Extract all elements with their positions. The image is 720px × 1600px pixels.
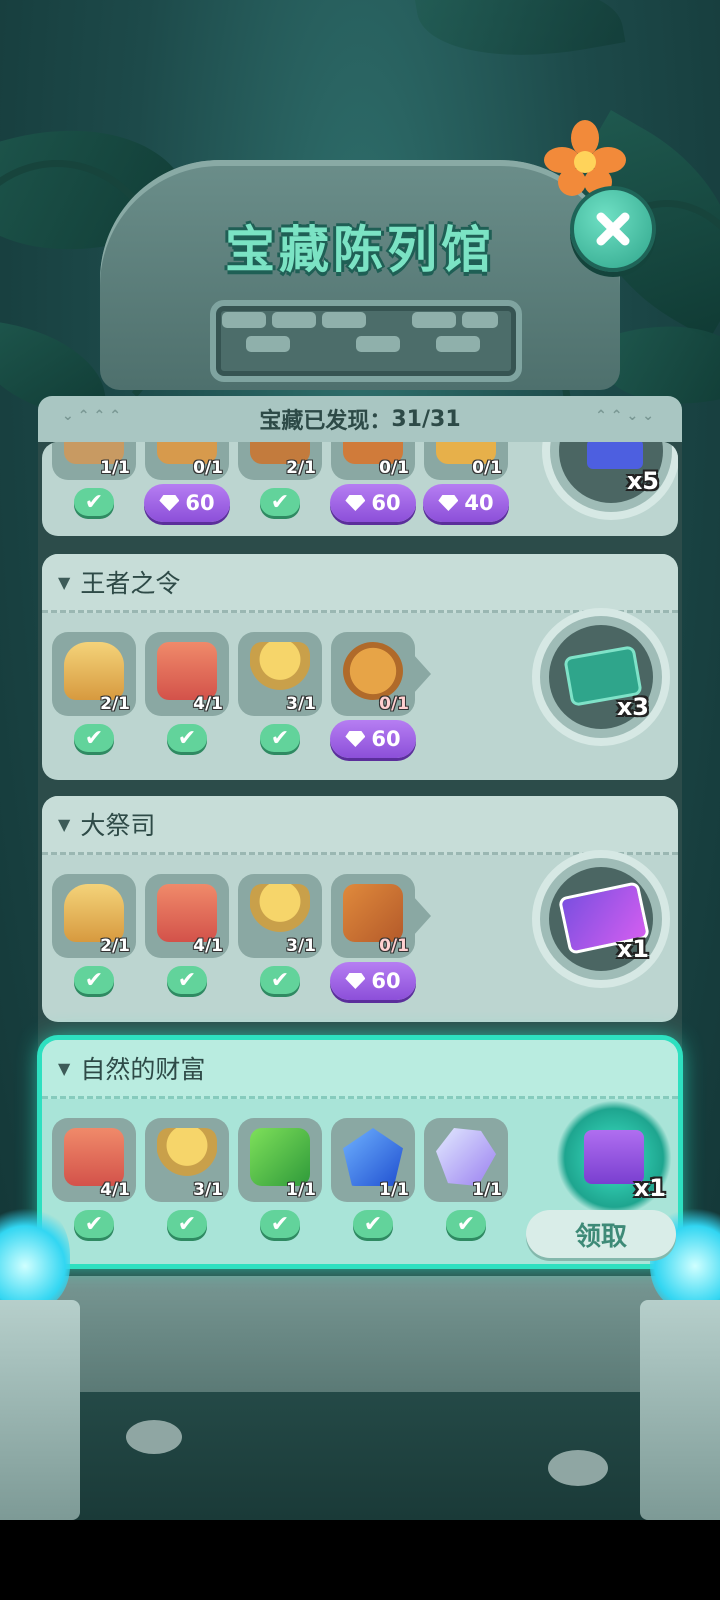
treasure-slot[interactable]: 1/1 ✔ xyxy=(52,442,136,516)
card-title: 大祭司 xyxy=(80,811,156,840)
torch-icon xyxy=(157,1128,217,1186)
torch-icon xyxy=(250,884,310,942)
buy-with-gems-button[interactable]: 60 xyxy=(330,720,416,758)
buy-with-gems-button[interactable]: 60 xyxy=(330,484,416,522)
crown-icon xyxy=(64,884,124,942)
check-icon: ✔ xyxy=(260,966,300,994)
discovered-value: 31/31 xyxy=(391,406,461,432)
treasure-slot[interactable]: 3/1 ✔ xyxy=(238,874,322,994)
rock-decoration xyxy=(548,1450,608,1486)
close-icon xyxy=(596,212,630,246)
check-icon: ✔ xyxy=(260,488,300,516)
check-icon: ✔ xyxy=(446,1210,486,1238)
treasure-slot[interactable]: 2/1 ✔ xyxy=(52,874,136,994)
check-icon: ✔ xyxy=(260,1210,300,1238)
banner-icon xyxy=(64,1128,124,1186)
reward-slot[interactable]: x3 xyxy=(532,608,670,746)
gem-icon xyxy=(345,973,366,989)
reward-slot[interactable]: x1 xyxy=(532,850,670,988)
page-title: 宝藏陈列馆 xyxy=(225,221,495,279)
crown-icon xyxy=(64,642,124,700)
treasure-slot[interactable]: 4/1 ✔ xyxy=(145,632,229,752)
discovered-counter: ⌄⌃⌃⌃ 宝藏已发现： 31/31 ⌃⌃⌄⌄ xyxy=(38,396,682,442)
treasure-slot[interactable]: 0/1 60 xyxy=(330,632,431,758)
chevron-down-icon: ▼ xyxy=(58,1058,71,1078)
stone-ledge xyxy=(40,1262,680,1392)
torch-icon xyxy=(250,642,310,700)
collection-card[interactable]: ▼ 大祭司 2/1 ✔ 4/1 ✔ 3/1 ✔ 0/1 60 x1 xyxy=(42,796,678,1022)
check-icon: ✔ xyxy=(167,966,207,994)
check-icon: ✔ xyxy=(167,1210,207,1238)
treasure-slot[interactable]: 3/1 ✔ xyxy=(238,632,322,752)
stone-plaque xyxy=(210,300,522,382)
card-title: 自然的财富 xyxy=(80,1055,206,1084)
chevron-down-icon: ▼ xyxy=(58,814,71,834)
gem-icon xyxy=(159,495,180,511)
collection-card[interactable]: ▼ 王者之令 2/1 ✔ 4/1 ✔ 3/1 ✔ 0/1 60 x3 xyxy=(42,554,678,780)
treasure-slot[interactable]: 0/1 60 xyxy=(330,874,431,1000)
treasure-slot[interactable]: 1/1 ✔ xyxy=(331,1118,415,1238)
check-icon: ✔ xyxy=(74,488,114,516)
buy-with-gems-button[interactable]: 60 xyxy=(144,484,230,522)
check-icon: ✔ xyxy=(74,1210,114,1238)
treasure-slot[interactable]: 1/1 ✔ xyxy=(424,1118,508,1238)
treasure-slot[interactable]: 4/1 ✔ xyxy=(145,874,229,994)
card-header[interactable]: ▼ 自然的财富 xyxy=(42,1040,678,1099)
card-header[interactable]: ▼ 大祭司 xyxy=(42,796,678,855)
gem-icon xyxy=(345,495,366,511)
banner-icon xyxy=(157,884,217,942)
chevron-decoration: ⌄⌃⌃⌃ xyxy=(62,408,125,424)
book-icon xyxy=(343,884,403,942)
chevron-down-icon: ▼ xyxy=(58,572,71,592)
buy-with-gems-button[interactable]: 40 xyxy=(423,484,509,522)
treasure-slot[interactable]: 2/1 ✔ xyxy=(52,632,136,752)
treasure-slot[interactable]: 4/1 ✔ xyxy=(52,1118,136,1238)
reward-slot[interactable]: x5 xyxy=(542,442,678,520)
leaf-decoration xyxy=(414,0,626,77)
green-cube-icon xyxy=(250,1128,310,1186)
treasure-slot[interactable]: 0/1 40 xyxy=(423,442,509,522)
stone-pillar xyxy=(640,1300,720,1520)
gem-icon xyxy=(438,495,459,511)
treasure-slot[interactable]: 1/1 ✔ xyxy=(238,1118,322,1238)
close-button[interactable] xyxy=(570,186,656,272)
gem-icon xyxy=(345,731,366,747)
game-screen: 宝藏陈列馆 ⌄⌃⌃⌃ 宝藏已发现： 31/31 ⌃⌃⌄⌄ 1/1 ✔ 0/1 6… xyxy=(0,0,720,1520)
buy-with-gems-button[interactable]: 60 xyxy=(330,962,416,1000)
reward-slot-glow[interactable]: x1 xyxy=(556,1100,672,1216)
check-icon: ✔ xyxy=(260,724,300,752)
header: 宝藏陈列馆 xyxy=(40,120,680,410)
card-header[interactable]: ▼ 王者之令 xyxy=(42,554,678,613)
check-icon: ✔ xyxy=(74,724,114,752)
rock-decoration xyxy=(126,1420,182,1454)
treasure-slot[interactable]: 2/1 ✔ xyxy=(238,442,322,516)
coin-icon xyxy=(343,642,403,700)
collection-card-top[interactable]: 1/1 ✔ 0/1 60 2/1 ✔ 0/1 60 0/1 40 x5 xyxy=(42,442,678,536)
chevron-decoration: ⌃⌃⌄⌄ xyxy=(595,408,658,424)
reward-multiplier: x1 xyxy=(633,1174,666,1202)
stone-pillar xyxy=(0,1300,80,1520)
claim-button[interactable]: 领取 xyxy=(526,1210,676,1258)
check-icon: ✔ xyxy=(74,966,114,994)
treasure-slot[interactable]: 3/1 ✔ xyxy=(145,1118,229,1238)
check-icon: ✔ xyxy=(167,724,207,752)
pink-gem-icon xyxy=(436,1128,496,1186)
check-icon: ✔ xyxy=(353,1210,393,1238)
treasure-slot[interactable]: 0/1 60 xyxy=(330,442,416,522)
card-title: 王者之令 xyxy=(80,569,181,598)
blue-crystal-icon xyxy=(343,1128,403,1186)
treasure-slot[interactable]: 0/1 60 xyxy=(144,442,230,522)
banner-icon xyxy=(157,642,217,700)
discovered-label: 宝藏已发现： xyxy=(259,409,392,434)
